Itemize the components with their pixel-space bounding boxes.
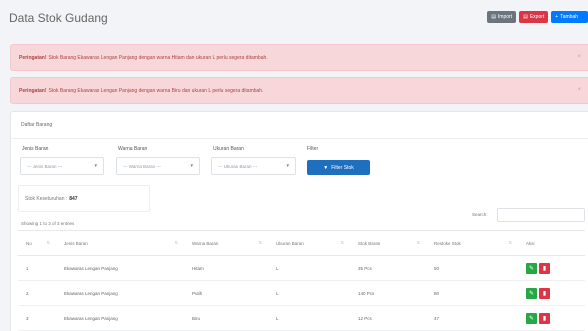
cell-warna: Putih: [184, 280, 268, 306]
row-actions: ✎ ▮: [526, 287, 585, 299]
cell-restoke: 50: [426, 255, 518, 281]
page-title: Data Stok Gudang: [9, 11, 108, 25]
column-label: Stok Baran: [358, 240, 381, 246]
total-stock-value: 847: [69, 195, 78, 202]
search-label: Search:: [472, 212, 488, 217]
edit-icon[interactable]: ✎: [526, 262, 537, 274]
filter-ukuran-label: Ukuran Baran: [213, 146, 244, 152]
toolbar: ▤ Import ▤ Export + Tambah: [487, 11, 588, 23]
column-label: Restoke Stok: [434, 240, 461, 246]
filter-icon: ▼: [323, 164, 329, 171]
cell-jenis: Ekawaras Lengan Panjang: [56, 280, 184, 306]
filter-warna-value: --- Warna Baran ---: [123, 163, 161, 169]
chevron-down-icon: ▾: [190, 163, 193, 169]
cell-jenis: Ekawaras Lengan Panjang: [56, 305, 184, 331]
cell-aksi: ✎ ▮: [518, 305, 585, 331]
file-icon: ▤: [491, 14, 496, 20]
column-label: Jenis Baran: [64, 240, 88, 246]
column-label: Aksi: [526, 240, 535, 246]
add-button-label: Tambah: [560, 14, 578, 20]
cell-aksi: ✎ ▮: [518, 280, 585, 306]
total-stock: Stok Keseluruhan : 847: [18, 185, 150, 212]
sort-icon: ⇅: [340, 240, 344, 245]
cell-aksi: ✎ ▮: [518, 255, 585, 281]
cell-restoke: 80: [426, 280, 518, 306]
filter-ukuran-value: --- Ukuran Baran ---: [218, 163, 258, 169]
cell-ukuran: L: [268, 255, 350, 281]
card-title: Daftar Barang: [11, 112, 588, 139]
edit-icon[interactable]: ✎: [526, 287, 537, 299]
edit-icon[interactable]: ✎: [526, 312, 537, 324]
plus-icon: +: [555, 14, 559, 20]
filter-ukuran-select[interactable]: --- Ukuran Baran --- ▾: [211, 157, 296, 175]
column-header[interactable]: Warna Baran ⇅: [184, 230, 268, 256]
cell-stok: 12 Pcs: [350, 305, 426, 331]
row-actions: ✎ ▮: [526, 262, 585, 274]
table-row: 3 Ekawaras Lengan Panjang Biru L 12 Pcs …: [18, 305, 585, 331]
column-label: Warna Baran: [192, 240, 219, 246]
import-button[interactable]: ▤ Import: [487, 11, 517, 23]
alert-text: Stok Barang Ekawaras Lengan Panjang deng…: [48, 87, 264, 94]
column-header[interactable]: Jenis Baran ⇅: [56, 230, 184, 256]
export-button-label: Export: [529, 14, 545, 20]
row-actions: ✎ ▮: [526, 312, 585, 324]
cell-no: 1: [18, 255, 56, 281]
cell-no: 3: [18, 305, 56, 331]
import-button-label: Import: [497, 14, 513, 20]
sort-icon: ⇅: [416, 240, 420, 245]
column-header: Aksi: [518, 230, 585, 256]
sort-icon: ⇅: [258, 240, 262, 245]
cell-restoke: 47: [426, 305, 518, 331]
alert-warning: Peringatan! Stok Barang Ekawaras Lengan …: [10, 77, 588, 104]
column-header[interactable]: Restoke Stok ⇅: [426, 230, 518, 256]
filter-jenis-value: --- Jenis Baran ---: [27, 163, 63, 169]
column-label: Ukuran Baran: [276, 240, 304, 246]
cell-ukuran: L: [268, 305, 350, 331]
column-header[interactable]: No ⇅: [18, 230, 56, 256]
search-input[interactable]: [497, 208, 585, 222]
sort-icon: ⇅: [508, 240, 512, 245]
filter-jenis-label: Jenis Baran: [22, 146, 49, 152]
alert-strong: Peringatan!: [19, 54, 47, 61]
table-header-row: No ⇅ Jenis Baran ⇅ Warna Baran ⇅ Ukuran Bar…: [18, 230, 585, 256]
filter-warna-select[interactable]: --- Warna Baran --- ▾: [116, 157, 200, 175]
table-row: 1 Ekawaras Lengan Panjang Hitam L 35 Pcs…: [18, 255, 585, 281]
column-header[interactable]: Stok Baran ⇅: [350, 230, 426, 256]
cell-ukuran: L: [268, 280, 350, 306]
export-button[interactable]: ▤ Export: [519, 11, 549, 23]
cell-no: 2: [18, 280, 56, 306]
table-row: 2 Ekawaras Lengan Panjang Putih L 140 Pc…: [18, 280, 585, 306]
trash-icon[interactable]: ▮: [539, 262, 550, 274]
alert-warning: Peringatan! Stok Barang Ekawaras Lengan …: [10, 44, 588, 71]
add-button[interactable]: + Tambah: [551, 11, 588, 23]
chevron-down-icon: ▾: [286, 163, 289, 169]
filter-warna-label: Warna Baran: [118, 146, 148, 152]
cell-warna: Hitam: [184, 255, 268, 281]
sort-icon: ⇅: [46, 240, 50, 245]
close-icon[interactable]: ×: [577, 54, 581, 60]
file-pdf-icon: ▤: [523, 14, 528, 20]
filter-button[interactable]: ▼ Filter Stok: [307, 160, 370, 175]
trash-icon[interactable]: ▮: [539, 287, 550, 299]
cell-stok: 35 Pcs: [350, 255, 426, 281]
chevron-down-icon: ▾: [94, 163, 97, 169]
filter-label: Filter: [307, 146, 319, 152]
column-header[interactable]: Ukuran Baran ⇅: [268, 230, 350, 256]
cell-warna: Biru: [184, 305, 268, 331]
cell-jenis: Ekawaras Lengan Panjang: [56, 255, 184, 281]
close-icon[interactable]: ×: [577, 87, 581, 93]
filter-jenis-select[interactable]: --- Jenis Baran --- ▾: [20, 157, 104, 175]
table-info: Showing 1 to 3 of 3 entries: [21, 221, 75, 226]
total-stock-label: Stok Keseluruhan :: [25, 195, 68, 202]
column-label: No: [26, 240, 32, 246]
alert-strong: Peringatan!: [19, 87, 47, 94]
filter-button-label: Filter Stok: [331, 164, 354, 171]
stock-table: No ⇅ Jenis Baran ⇅ Warna Baran ⇅ Ukuran Bar…: [18, 230, 585, 331]
cell-stok: 140 Pcs: [350, 280, 426, 306]
trash-icon[interactable]: ▮: [539, 312, 550, 324]
alert-text: Stok Barang Ekawaras Lengan Panjang deng…: [48, 54, 268, 61]
sort-icon: ⇅: [174, 240, 178, 245]
